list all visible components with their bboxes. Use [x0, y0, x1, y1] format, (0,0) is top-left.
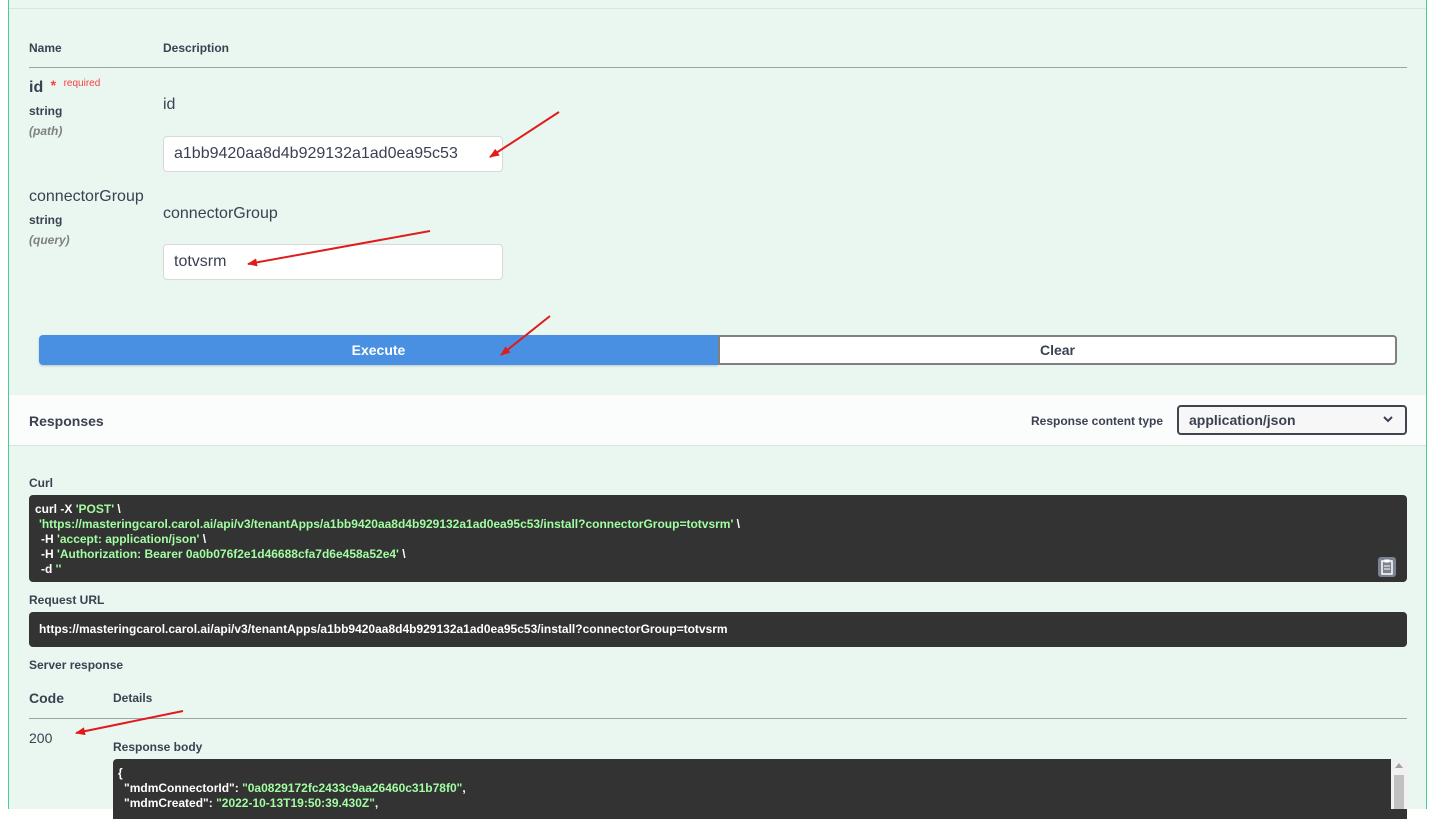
panel-top-divider: [9, 8, 1426, 9]
required-label: required: [63, 78, 101, 89]
details-header: Details: [113, 691, 153, 705]
param-connectorgroup-location: (query): [29, 233, 70, 247]
scroll-up-icon[interactable]: [1395, 763, 1403, 768]
response-body-line-2: "mdmConnectorId": "0a0829172fc2433c9aa26…: [124, 781, 466, 795]
param-id-input[interactable]: a1bb9420aa8d4b929132a1ad0ea95c53: [163, 136, 503, 172]
curl-line-5: -d '': [41, 562, 62, 576]
response-content-type-select[interactable]: application/json: [1177, 405, 1407, 435]
param-connectorgroup-description: connectorGroup: [163, 205, 278, 222]
param-id-location: (path): [29, 124, 63, 138]
params-header-divider: [29, 67, 1407, 68]
param-id-name-row: id * required: [29, 77, 101, 97]
param-connectorgroup-name: connectorGroup: [29, 188, 144, 205]
param-connectorgroup-input[interactable]: totvsrm: [163, 244, 503, 280]
server-response-label: Server response: [29, 658, 124, 672]
curl-code-block: curl -X 'POST' \ 'https://masteringcarol…: [29, 495, 1407, 582]
curl-line-2: 'https://masteringcarol.carol.ai/api/v3/…: [39, 517, 740, 531]
param-id-name: id: [29, 79, 44, 96]
response-body-scrollbar[interactable]: [1391, 759, 1407, 809]
response-body-line-1: {: [118, 766, 123, 780]
col-header-name: Name: [29, 41, 62, 55]
curl-label: Curl: [29, 476, 53, 490]
param-connectorgroup-type: string: [29, 213, 63, 227]
param-id-description: id: [163, 96, 176, 113]
copy-to-clipboard-icon[interactable]: [1378, 557, 1396, 577]
response-body-label: Response body: [113, 740, 203, 754]
curl-line-1: curl -X 'POST' \: [35, 502, 121, 516]
clear-button[interactable]: Clear: [718, 335, 1397, 365]
response-content-type-label: Response content type: [1031, 414, 1164, 428]
execute-button[interactable]: Execute: [39, 335, 718, 365]
responses-title: Responses: [29, 413, 104, 429]
curl-line-3: -H 'accept: application/json' \: [41, 532, 207, 546]
col-header-description: Description: [163, 41, 230, 55]
scrollbar-thumb[interactable]: [1394, 775, 1404, 809]
response-content-type-value: application/json: [1189, 412, 1296, 428]
param-id-type: string: [29, 104, 63, 118]
response-body-block: { "mdmConnectorId": "0a0829172fc2433c9aa…: [113, 759, 1407, 819]
server-response-divider: [29, 718, 1407, 719]
clipboard-icon: [1381, 559, 1393, 575]
curl-line-4: -H 'Authorization: Bearer 0a0b076f2e1d46…: [41, 547, 406, 561]
code-header: Code: [29, 690, 64, 706]
chevron-down-icon: [1383, 416, 1393, 423]
request-url-label: Request URL: [29, 593, 105, 607]
response-status-code: 200: [29, 730, 53, 746]
required-star: *: [50, 77, 57, 93]
request-url-value: https://masteringcarol.carol.ai/api/v3/t…: [29, 612, 1407, 647]
